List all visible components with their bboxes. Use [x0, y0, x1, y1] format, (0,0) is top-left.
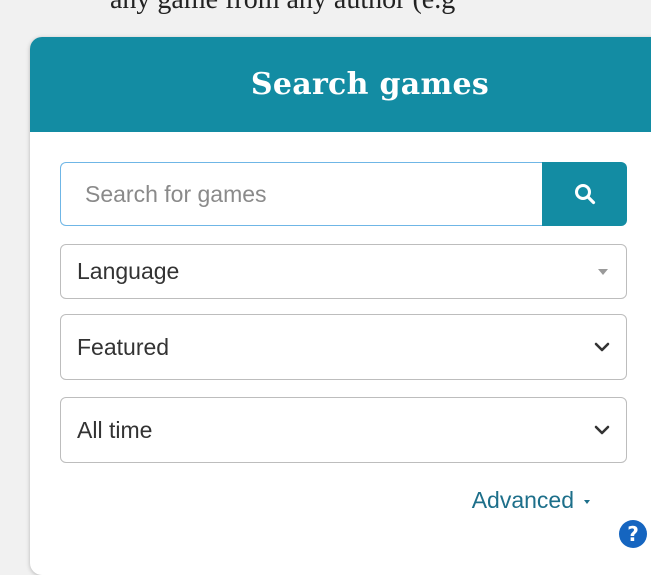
sort-select-label: Featured — [77, 333, 170, 360]
sort-select[interactable]: Featured — [60, 314, 627, 380]
advanced-label: Advanced — [471, 487, 574, 513]
panel-header: Search games — [30, 37, 651, 132]
time-range-select-label: All time — [77, 416, 153, 443]
help-icon[interactable]: ? — [619, 520, 647, 548]
search-icon — [574, 184, 595, 205]
search-button[interactable] — [542, 162, 627, 226]
language-select-label: Language — [77, 258, 180, 284]
page-background-text: any game from any author (e.g — [110, 0, 455, 14]
search-input[interactable] — [60, 162, 542, 226]
time-range-select[interactable]: All time — [60, 397, 627, 463]
caret-down-icon — [598, 268, 608, 275]
search-games-panel: Search games Language Featured All time … — [30, 37, 651, 575]
panel-title: Search games — [250, 67, 490, 102]
search-row — [60, 162, 627, 226]
chevron-down-icon — [594, 425, 610, 435]
chevron-down-icon — [594, 342, 610, 352]
caret-down-icon — [584, 499, 590, 504]
advanced-link[interactable]: Advanced — [472, 487, 590, 514]
language-select[interactable]: Language — [60, 244, 627, 299]
